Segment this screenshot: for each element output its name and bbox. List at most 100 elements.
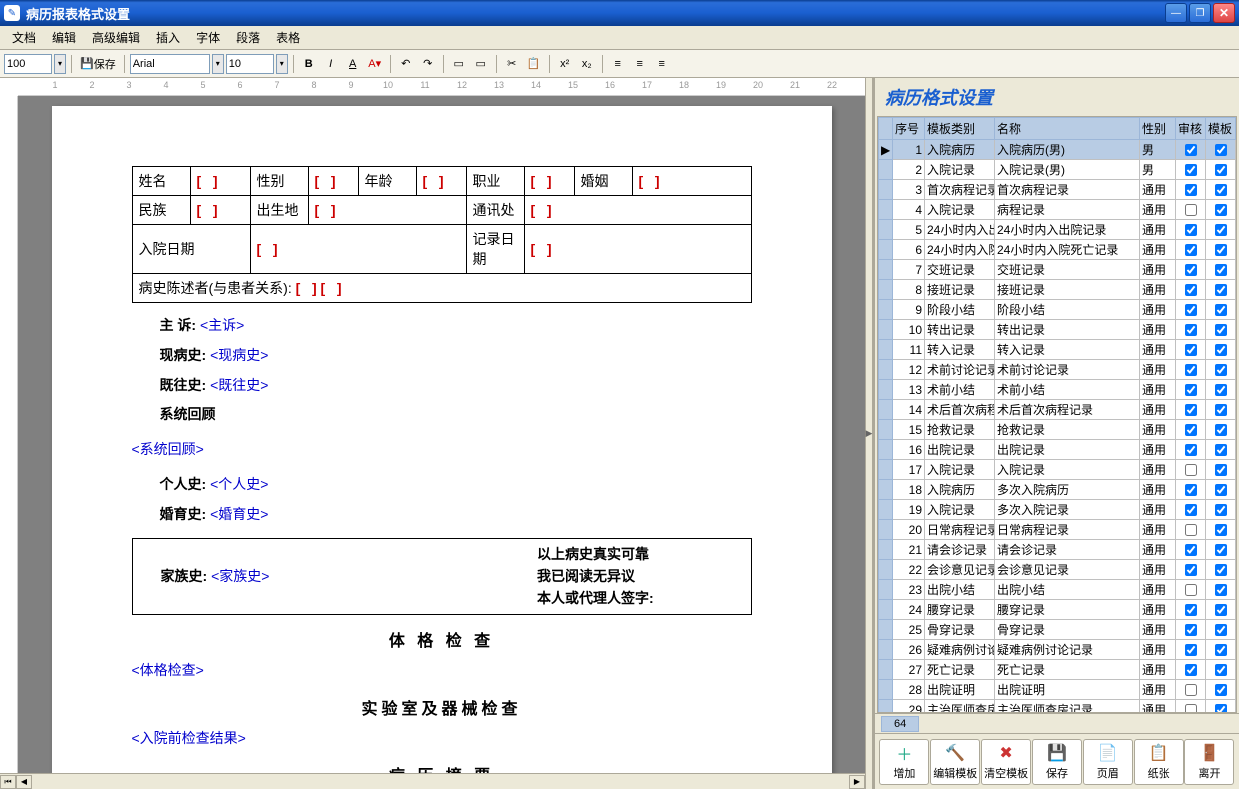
- table-row[interactable]: 26疑难病例讨论疑难病例讨论记录通用: [879, 640, 1236, 660]
- table-row[interactable]: 624小时内入院24小时内入院死亡记录通用: [879, 240, 1236, 260]
- menu-插入[interactable]: 插入: [150, 27, 186, 48]
- align-right-btn[interactable]: ≡: [652, 54, 672, 74]
- checkbox-t[interactable]: [1215, 504, 1227, 516]
- checkbox-t[interactable]: [1215, 704, 1227, 714]
- collapse-handle[interactable]: ▶: [865, 78, 873, 789]
- btn-清空模板[interactable]: ✖清空模板: [981, 739, 1031, 785]
- zoom-dropdown[interactable]: ▾: [54, 54, 66, 74]
- col-审核[interactable]: 审核: [1176, 118, 1206, 140]
- table-row[interactable]: 18入院病历多次入院病历通用: [879, 480, 1236, 500]
- minimize-button[interactable]: —: [1165, 3, 1187, 23]
- menu-字体[interactable]: 字体: [190, 27, 226, 48]
- table-row[interactable]: 7交班记录交班记录通用: [879, 260, 1236, 280]
- checkbox-t[interactable]: [1215, 184, 1227, 196]
- col-序号[interactable]: 序号: [893, 118, 925, 140]
- col-模板类别[interactable]: 模板类别: [925, 118, 995, 140]
- save-btn[interactable]: 💾保存: [77, 54, 119, 74]
- checkbox-a[interactable]: [1185, 364, 1197, 376]
- menu-表格[interactable]: 表格: [270, 27, 306, 48]
- checkbox-a[interactable]: [1185, 164, 1197, 176]
- checkbox-t[interactable]: [1215, 584, 1227, 596]
- ph-marital[interactable]: <婚育史>: [210, 506, 268, 522]
- undo-btn[interactable]: ↶: [396, 54, 416, 74]
- ph-personal[interactable]: <个人史>: [210, 476, 268, 492]
- checkbox-t[interactable]: [1215, 284, 1227, 296]
- page[interactable]: 姓名[ ] 性别[ ] 年龄[ ] 职业[ ] 婚姻[ ] 民族[ ] 出生地[…: [52, 106, 832, 773]
- table-row[interactable]: 14术后首次病程术后首次病程记录通用: [879, 400, 1236, 420]
- checkbox-a[interactable]: [1185, 204, 1197, 216]
- checkbox-a[interactable]: [1185, 404, 1197, 416]
- checkbox-a[interactable]: [1185, 544, 1197, 556]
- checkbox-t[interactable]: [1215, 604, 1227, 616]
- checkbox-a[interactable]: [1185, 284, 1197, 296]
- checkbox-a[interactable]: [1185, 524, 1197, 536]
- checkbox-t[interactable]: [1215, 444, 1227, 456]
- checkbox-t[interactable]: [1215, 204, 1227, 216]
- btn-编辑模板[interactable]: 🔨编辑模板: [930, 739, 980, 785]
- ph-family[interactable]: <家族史>: [211, 568, 269, 584]
- table-row[interactable]: 17入院记录入院记录通用: [879, 460, 1236, 480]
- fontcolor-btn[interactable]: A▾: [365, 54, 385, 74]
- checkbox-a[interactable]: [1185, 504, 1197, 516]
- underline-btn[interactable]: A: [343, 54, 363, 74]
- table-row[interactable]: 20日常病程记录日常病程记录通用: [879, 520, 1236, 540]
- field2-btn[interactable]: ▭: [471, 54, 491, 74]
- checkbox-a[interactable]: [1185, 184, 1197, 196]
- checkbox-t[interactable]: [1215, 384, 1227, 396]
- copy-btn[interactable]: 📋: [524, 54, 544, 74]
- col-性别[interactable]: 性别: [1140, 118, 1176, 140]
- ph-chief[interactable]: <主诉>: [200, 317, 244, 333]
- checkbox-a[interactable]: [1185, 584, 1197, 596]
- table-row[interactable]: 21请会诊记录请会诊记录通用: [879, 540, 1236, 560]
- table-row[interactable]: 2入院记录入院记录(男)男: [879, 160, 1236, 180]
- checkbox-a[interactable]: [1185, 664, 1197, 676]
- document-area[interactable]: 姓名[ ] 性别[ ] 年龄[ ] 职业[ ] 婚姻[ ] 民族[ ] 出生地[…: [18, 96, 865, 773]
- table-row[interactable]: 19入院记录多次入院记录通用: [879, 500, 1236, 520]
- table-row[interactable]: 28出院证明出院证明通用: [879, 680, 1236, 700]
- checkbox-t[interactable]: [1215, 344, 1227, 356]
- checkbox-t[interactable]: [1215, 684, 1227, 696]
- ph-present[interactable]: <现病史>: [210, 347, 268, 363]
- table-row[interactable]: 8接班记录接班记录通用: [879, 280, 1236, 300]
- checkbox-a[interactable]: [1185, 624, 1197, 636]
- checkbox-a[interactable]: [1185, 684, 1197, 696]
- table-row[interactable]: 29主治医师查房主治医师查房记录通用: [879, 700, 1236, 714]
- checkbox-a[interactable]: [1185, 444, 1197, 456]
- checkbox-t[interactable]: [1215, 164, 1227, 176]
- menu-段落[interactable]: 段落: [230, 27, 266, 48]
- checkbox-a[interactable]: [1185, 484, 1197, 496]
- checkbox-a[interactable]: [1185, 224, 1197, 236]
- ph-phys[interactable]: <体格检查>: [132, 662, 204, 678]
- ph-lab[interactable]: <入院前检查结果>: [132, 730, 246, 746]
- checkbox-t[interactable]: [1215, 484, 1227, 496]
- horizontal-ruler[interactable]: 12345678910111213141516171819202122: [18, 78, 865, 96]
- ph-sysreview[interactable]: <系统回顾>: [132, 441, 204, 457]
- checkbox-a[interactable]: [1185, 604, 1197, 616]
- table-row[interactable]: ▶1入院病历入院病历(男)男: [879, 140, 1236, 160]
- zoom-input[interactable]: [4, 54, 52, 74]
- scroll-right-btn[interactable]: ▶: [849, 775, 865, 789]
- size-dropdown[interactable]: ▾: [276, 54, 288, 74]
- table-row[interactable]: 10转出记录转出记录通用: [879, 320, 1236, 340]
- col-名称[interactable]: 名称: [995, 118, 1140, 140]
- table-row[interactable]: 12术前讨论记录术前讨论记录通用: [879, 360, 1236, 380]
- template-grid[interactable]: 序号模板类别名称性别审核模板 ▶1入院病历入院病历(男)男2入院记录入院记录(男…: [877, 116, 1237, 713]
- table-row[interactable]: 27死亡记录死亡记录通用: [879, 660, 1236, 680]
- checkbox-a[interactable]: [1185, 244, 1197, 256]
- align-center-btn[interactable]: ≡: [630, 54, 650, 74]
- field-btn[interactable]: ▭: [449, 54, 469, 74]
- size-input[interactable]: [226, 54, 274, 74]
- vertical-ruler[interactable]: [0, 96, 18, 773]
- btn-离开[interactable]: 🚪离开: [1184, 739, 1234, 785]
- checkbox-t[interactable]: [1215, 524, 1227, 536]
- table-row[interactable]: 11转入记录转入记录通用: [879, 340, 1236, 360]
- cut-btn[interactable]: ✂: [502, 54, 522, 74]
- checkbox-t[interactable]: [1215, 464, 1227, 476]
- col-模板[interactable]: 模板: [1206, 118, 1236, 140]
- table-row[interactable]: 16出院记录出院记录通用: [879, 440, 1236, 460]
- table-row[interactable]: 3首次病程记录首次病程记录通用: [879, 180, 1236, 200]
- btn-保存[interactable]: 💾保存: [1032, 739, 1082, 785]
- menu-编辑[interactable]: 编辑: [46, 27, 82, 48]
- table-row[interactable]: 524小时内入出24小时内入出院记录通用: [879, 220, 1236, 240]
- first-page-btn[interactable]: ⏮: [0, 775, 16, 789]
